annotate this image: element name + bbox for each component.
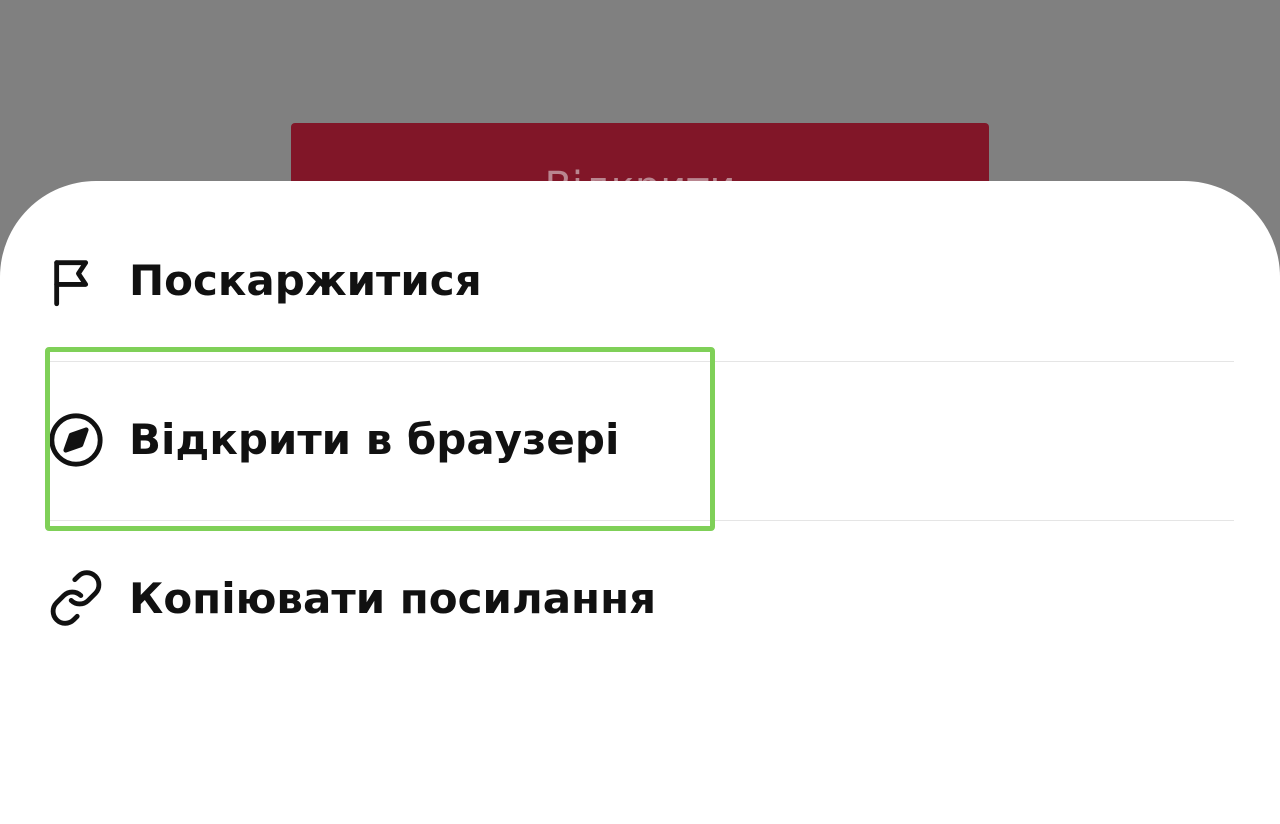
compass-icon [47, 411, 105, 469]
menu-item-copy-link[interactable]: Копіювати посилання [0, 539, 1280, 659]
menu-item-report-label: Поскаржитися [129, 256, 482, 305]
menu-item-copy-link-label: Копіювати посилання [129, 574, 657, 623]
menu-item-open-in-browser-label: Відкрити в браузері [129, 415, 620, 464]
bottom-sheet: Поскаржитися Відкрити в браузері Копіюва… [0, 181, 1280, 824]
menu-item-report[interactable]: Поскаржитися [0, 221, 1280, 341]
menu-item-open-in-browser[interactable]: Відкрити в браузері [0, 380, 1280, 500]
flag-icon [47, 253, 105, 311]
link-icon [47, 569, 105, 627]
divider [47, 520, 1234, 521]
divider [47, 361, 1234, 362]
